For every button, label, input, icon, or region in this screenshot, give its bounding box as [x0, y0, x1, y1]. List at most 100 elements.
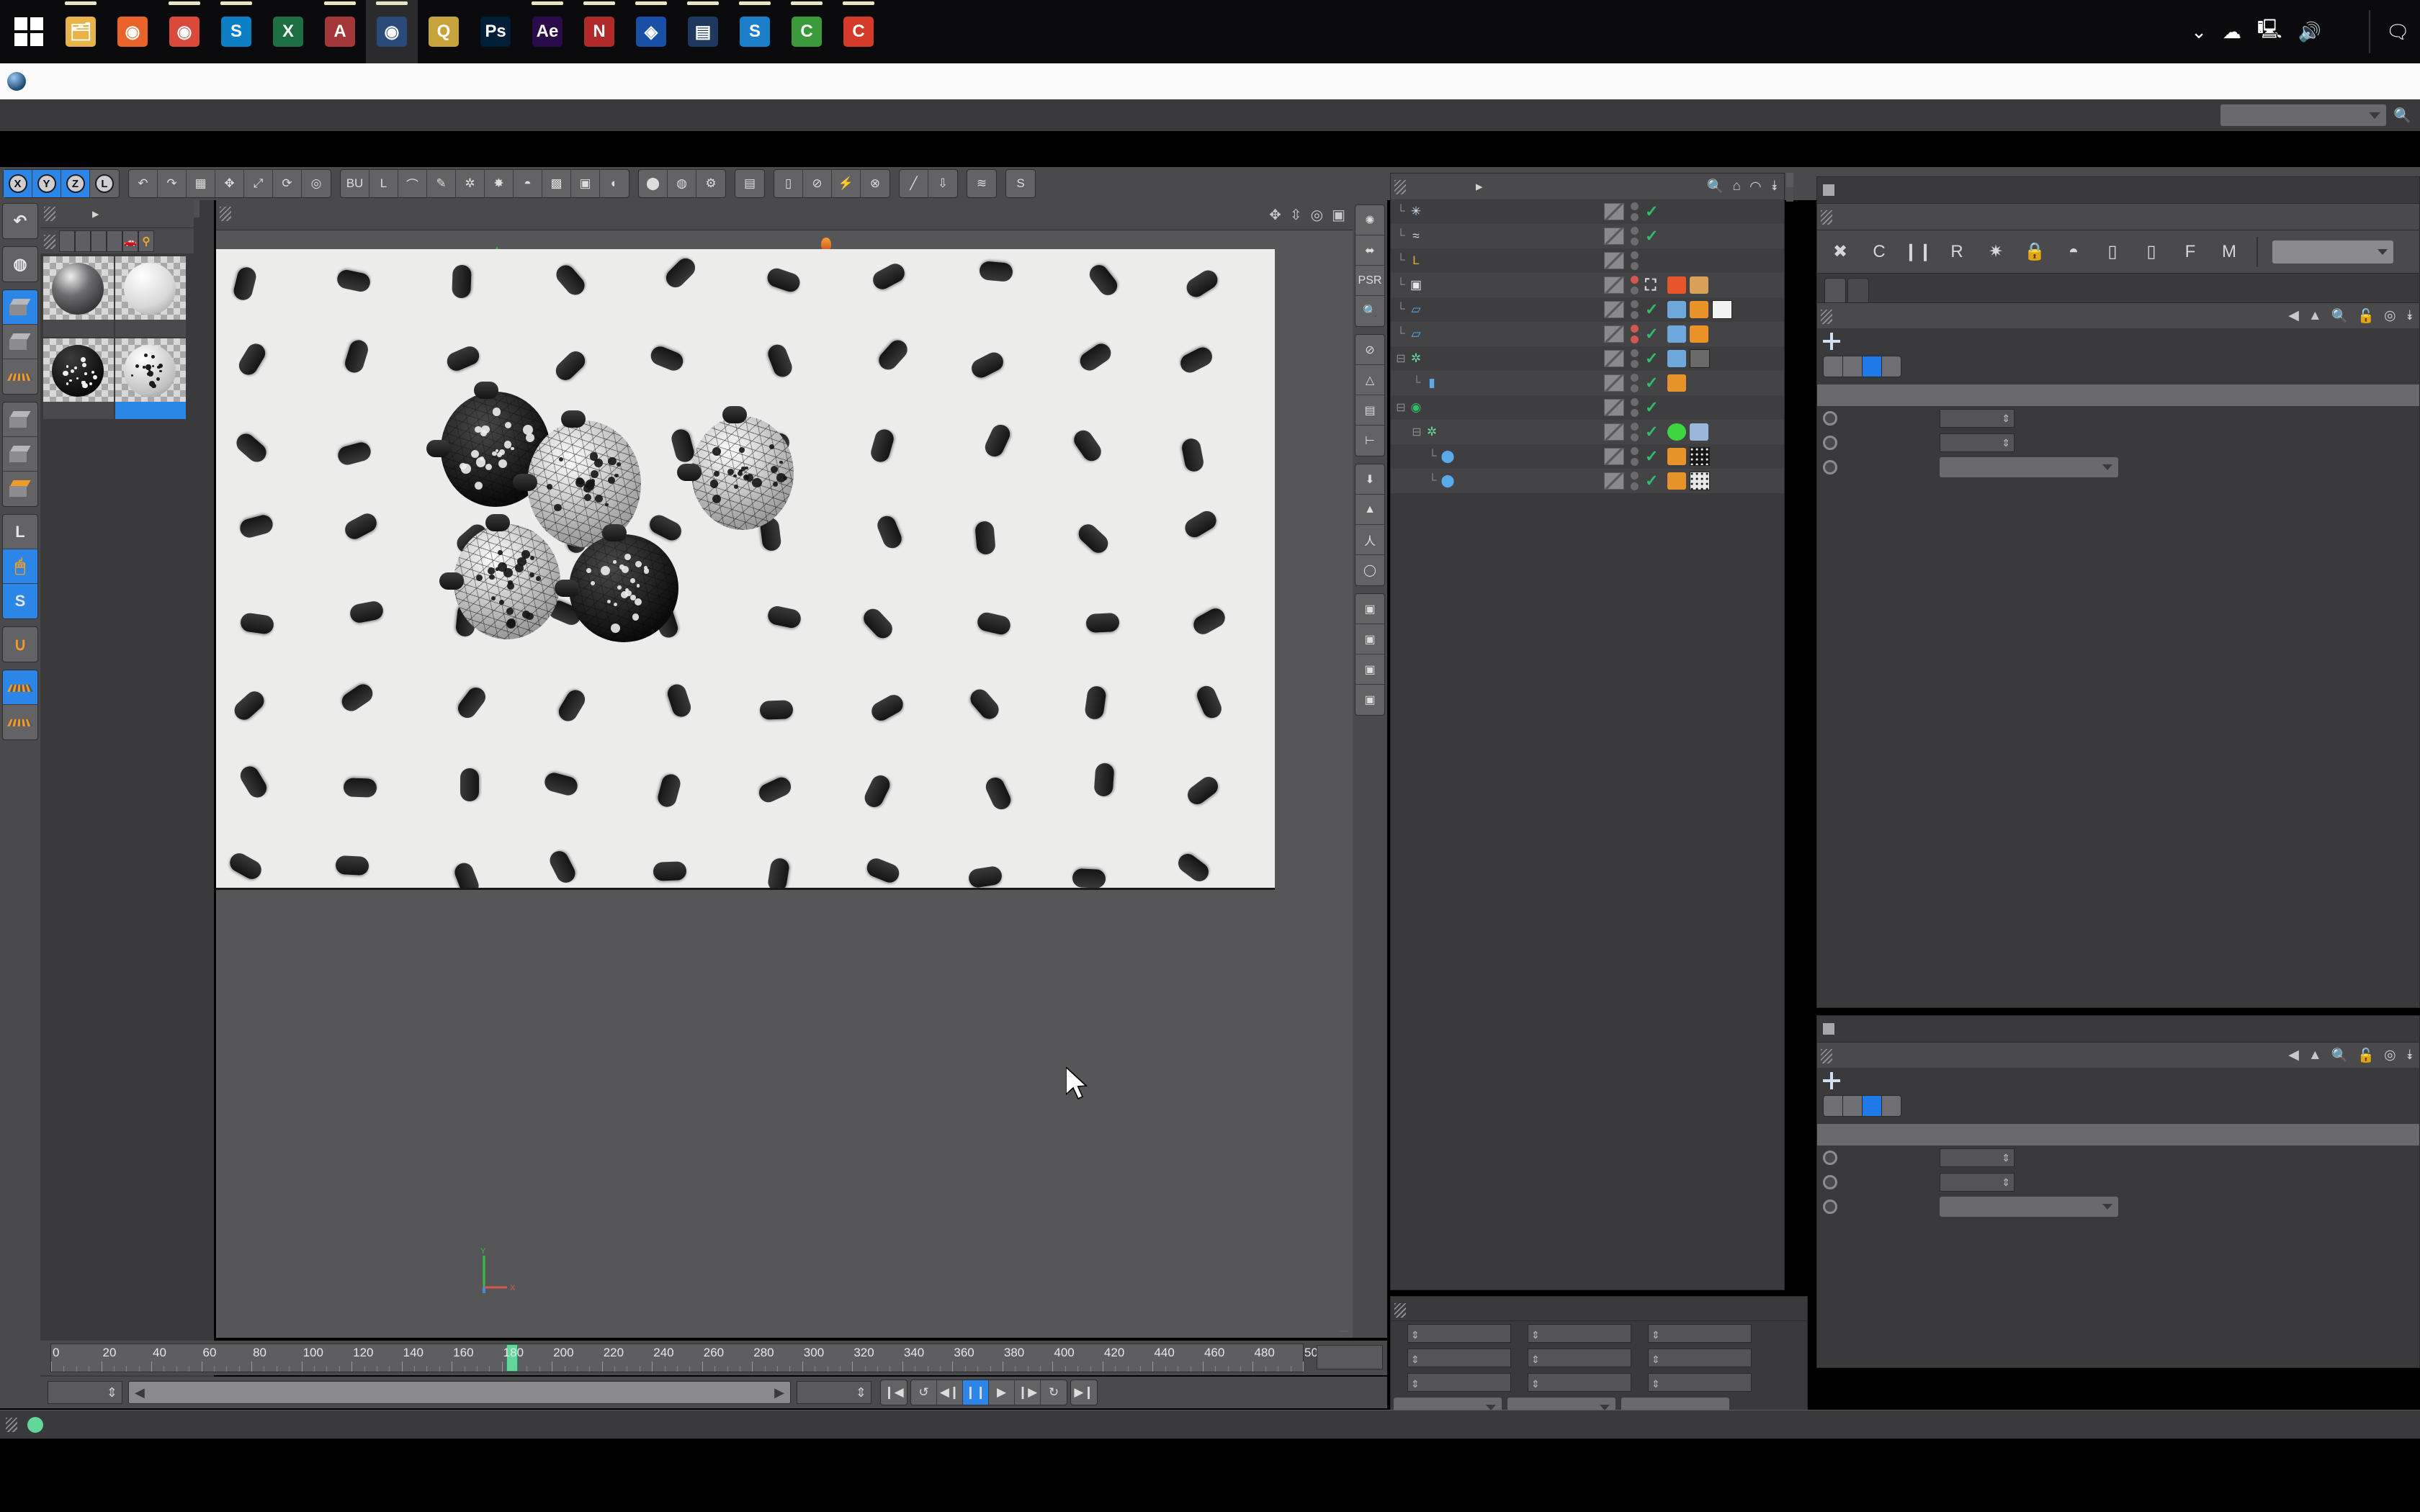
visibility-dot[interactable] — [1631, 409, 1639, 417]
filter-tab-t[interactable] — [107, 230, 122, 252]
filter-grip-icon[interactable] — [44, 235, 55, 249]
stop-render-icon[interactable]: ✖ — [1823, 235, 1857, 269]
render-region-icon[interactable]: ◍ — [668, 170, 696, 197]
property-animate-dot-icon[interactable] — [1823, 436, 1837, 450]
layer-color-swatch[interactable] — [1604, 252, 1624, 269]
network-icon[interactable]: 🖳 — [2257, 16, 2282, 48]
play-forward-button[interactable]: ▶ — [989, 1380, 1015, 1405]
object-row[interactable]: └ ▱ ✓ — [1391, 322, 1784, 346]
minimize-button[interactable] — [2234, 63, 2296, 99]
home-icon[interactable]: ⌂ — [1733, 179, 1741, 194]
knife-icon[interactable]: ╱ — [900, 170, 928, 197]
menu-character[interactable] — [343, 99, 367, 131]
extrude-icon[interactable]: ⇩ — [928, 170, 957, 197]
frame-selection-icon[interactable]: ▦ — [187, 170, 215, 197]
light-icon[interactable]: ◐ — [600, 170, 629, 197]
menu-file[interactable] — [0, 99, 24, 131]
menu-help[interactable] — [539, 99, 563, 131]
coord-input-size[interactable]: ⇕ — [1528, 1349, 1631, 1367]
visibility-dot[interactable] — [1631, 287, 1639, 294]
menu-x-particles[interactable] — [441, 99, 465, 131]
back-icon[interactable]: ◀ — [2288, 1047, 2299, 1063]
taskbar-excel[interactable]: X — [262, 0, 314, 63]
spinner-icon[interactable]: ⇕ — [1652, 1354, 1660, 1365]
paint-icon[interactable]: ▲ — [1355, 495, 1384, 525]
visibility-dot[interactable] — [1631, 262, 1639, 270]
material-cell[interactable] — [115, 338, 186, 419]
undo-icon[interactable]: ↶ — [129, 170, 158, 197]
object-row[interactable]: └ ≈ ✓ — [1391, 224, 1784, 248]
segment-tab-basic[interactable] — [1823, 356, 1842, 377]
workplane-icon[interactable] — [3, 359, 37, 394]
vtab-view[interactable] — [194, 200, 200, 217]
current-frame-field[interactable]: ⇕ — [48, 1381, 122, 1404]
enable-checkmark-icon[interactable]: ✓ — [1645, 447, 1658, 466]
tab-attributes[interactable] — [1824, 278, 1846, 302]
spinner-icon[interactable]: ⇕ — [2002, 1148, 2010, 1167]
attributes-grip-icon[interactable] — [1821, 310, 1832, 324]
layer-color-swatch[interactable] — [1604, 276, 1624, 294]
dynamics-tag[interactable] — [1667, 350, 1686, 367]
node-icon[interactable]: ⚲ — [138, 230, 154, 252]
object-row[interactable]: └ ⬤ ✓ — [1391, 469, 1784, 493]
softball-ball-light-3[interactable] — [454, 524, 560, 639]
target-icon[interactable]: ◎ — [2384, 1047, 2396, 1063]
eye-icon[interactable]: ◠ — [1749, 179, 1762, 195]
preview-range-slider[interactable]: ◀ ▶ — [128, 1381, 791, 1404]
phong-tag[interactable] — [1690, 325, 1708, 343]
filter-tab-d[interactable] — [59, 230, 75, 252]
light-object-icon[interactable]: ◯ — [1355, 555, 1384, 585]
softball-ball-light-2[interactable] — [691, 416, 794, 530]
taskbar-nuke[interactable]: N — [573, 0, 625, 63]
property-input[interactable]: ⇕ — [1940, 409, 2015, 428]
taskbar-c-app-green[interactable]: C — [781, 0, 833, 63]
mograph-cloner-icon[interactable]: ✲ — [456, 170, 485, 197]
camera-target-icon[interactable]: ⛶ — [1645, 276, 1656, 294]
visibility-dot[interactable] — [1631, 433, 1639, 441]
spinner-icon[interactable]: ⇕ — [1531, 1378, 1540, 1390]
material-black-tag[interactable] — [1690, 447, 1710, 466]
loop-button[interactable]: ↺ — [911, 1380, 937, 1405]
loop-end-button[interactable]: ↻ — [1041, 1380, 1067, 1405]
layer-color-swatch[interactable] — [1604, 374, 1624, 392]
volume-icon[interactable]: 🔊 — [2298, 21, 2321, 43]
menu-window[interactable] — [514, 99, 539, 131]
spinner-icon[interactable]: ⇕ — [1531, 1354, 1540, 1365]
dynamics-icon[interactable]: ⚡ — [832, 170, 861, 197]
display-tag-icon[interactable]: ⊘ — [1355, 335, 1384, 365]
restart-render-icon[interactable]: C — [1862, 235, 1896, 269]
visibility-dot[interactable] — [1631, 213, 1639, 221]
spinner-icon[interactable]: ⇕ — [1652, 1329, 1660, 1341]
material-cell[interactable] — [43, 338, 114, 419]
chevron-right-icon[interactable]: ▸ — [92, 206, 99, 222]
dynamics-tag[interactable] — [1667, 301, 1686, 318]
segment-tab-falloff[interactable] — [1881, 356, 1901, 377]
material-white-tag[interactable] — [1712, 300, 1732, 319]
layer-color-swatch[interactable] — [1604, 325, 1624, 343]
visibility-dot[interactable] — [1631, 398, 1639, 406]
dolly-icon[interactable]: ⇳ — [1290, 206, 1302, 224]
region-render-icon[interactable]: R — [1940, 235, 1974, 269]
menu-sculpt[interactable] — [269, 99, 294, 131]
brush-icon[interactable]: ✎ — [427, 170, 456, 197]
mograph-tag[interactable] — [1690, 423, 1708, 441]
spinner-icon[interactable]: ⇕ — [1652, 1378, 1660, 1390]
texture-mode-icon[interactable] — [3, 325, 37, 359]
undo-main-icon[interactable]: ↶ — [3, 204, 37, 238]
viewport-grip-icon[interactable] — [220, 207, 231, 221]
disable-icon[interactable]: ⊘ — [803, 170, 832, 197]
render-view-icon[interactable]: ⬤ — [639, 170, 668, 197]
property-animate-dot-icon[interactable] — [1823, 1151, 1837, 1165]
object-axis-icon[interactable]: L — [3, 515, 37, 549]
back-icon[interactable]: ◀ — [2288, 307, 2299, 324]
pause-render-icon[interactable]: ❙❙ — [1901, 235, 1935, 269]
action-center-icon[interactable]: 🗨 — [2386, 21, 2410, 43]
enable-checkmark-icon[interactable]: ✓ — [1645, 349, 1658, 368]
search-icon[interactable]: 🔍 — [1707, 178, 1724, 195]
search-icon[interactable]: 🔍 — [2331, 1047, 2349, 1064]
object-axis[interactable]: L — [90, 170, 119, 197]
material-speckle-tag[interactable] — [1690, 472, 1710, 490]
enable-checkmark-icon[interactable]: ✓ — [1645, 398, 1658, 417]
menu-plugins[interactable] — [392, 99, 416, 131]
light-setup-icon[interactable]: ✺ — [1355, 205, 1384, 235]
